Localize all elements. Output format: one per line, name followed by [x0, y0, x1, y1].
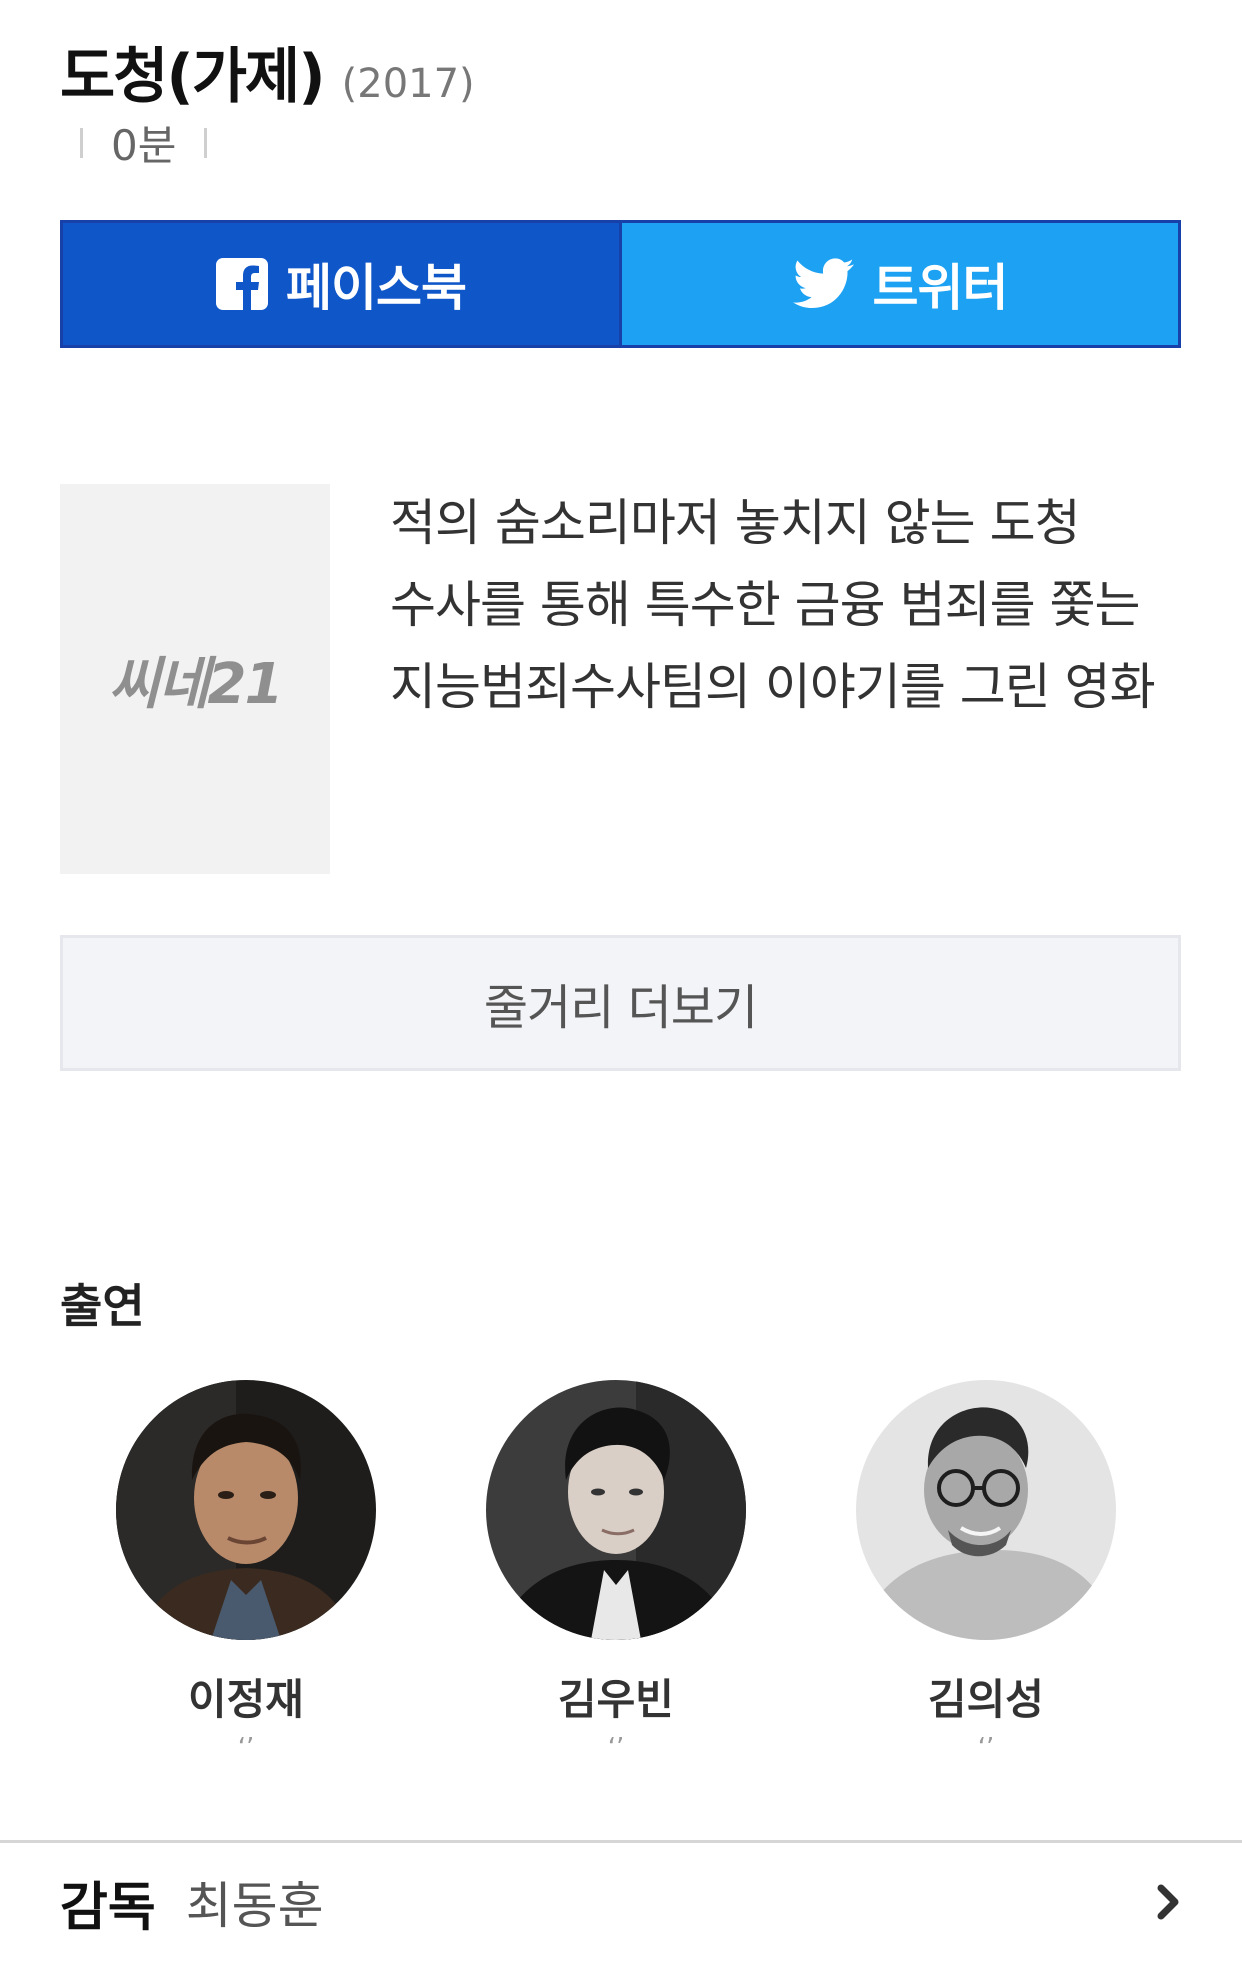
cast-member[interactable]: 이정재 ‘’	[116, 1380, 376, 1763]
movie-title: 도청(가제)	[60, 42, 326, 112]
share-bar: 페이스북 트위터	[60, 220, 1181, 348]
twitter-label: 트위터	[872, 259, 1009, 317]
avatar[interactable]	[856, 1380, 1116, 1640]
title-row: 도청(가제) (2017)	[60, 28, 475, 115]
meta-row: 0분	[80, 112, 208, 173]
director-label: 감독	[60, 1877, 156, 1938]
director-name: 최동훈	[185, 1877, 324, 1935]
facebook-share-button[interactable]: 페이스북	[63, 223, 622, 345]
avatar[interactable]	[486, 1380, 746, 1640]
synopsis-text: 적의 숨소리마저 놓치지 않는 도청 수사를 통해 특수한 금융 범죄를 쫓는 …	[390, 494, 1156, 716]
cine21-logo: 씨네21	[108, 651, 284, 717]
facebook-label: 페이스북	[286, 259, 467, 317]
cast-name: 김우빈	[558, 1675, 674, 1724]
chevron-right-icon	[1157, 1884, 1179, 1920]
facebook-icon	[216, 258, 268, 310]
director-row[interactable]: 감독 최동훈	[0, 1843, 1242, 1961]
meta-divider	[204, 127, 208, 158]
cast-role: ‘’	[607, 1733, 625, 1763]
movie-poster[interactable]: 씨네21	[60, 484, 330, 874]
cast-role: ‘’	[237, 1733, 255, 1763]
cast-name: 김의성	[928, 1675, 1044, 1724]
cast-name: 이정재	[188, 1675, 304, 1724]
cast-role: ‘’	[977, 1733, 995, 1763]
twitter-icon	[792, 258, 854, 309]
cast-member[interactable]: 김우빈 ‘’	[486, 1380, 746, 1763]
movie-year: (2017)	[341, 61, 475, 107]
twitter-share-button[interactable]: 트위터	[622, 223, 1178, 345]
avatar[interactable]	[116, 1380, 376, 1640]
cast-heading: 출연	[60, 1279, 145, 1333]
cast-member[interactable]: 김의성 ‘’	[856, 1380, 1116, 1763]
movie-runtime: 0분	[111, 121, 177, 170]
meta-divider	[80, 127, 83, 158]
more-synopsis-button[interactable]: 줄거리 더보기	[60, 935, 1181, 1071]
